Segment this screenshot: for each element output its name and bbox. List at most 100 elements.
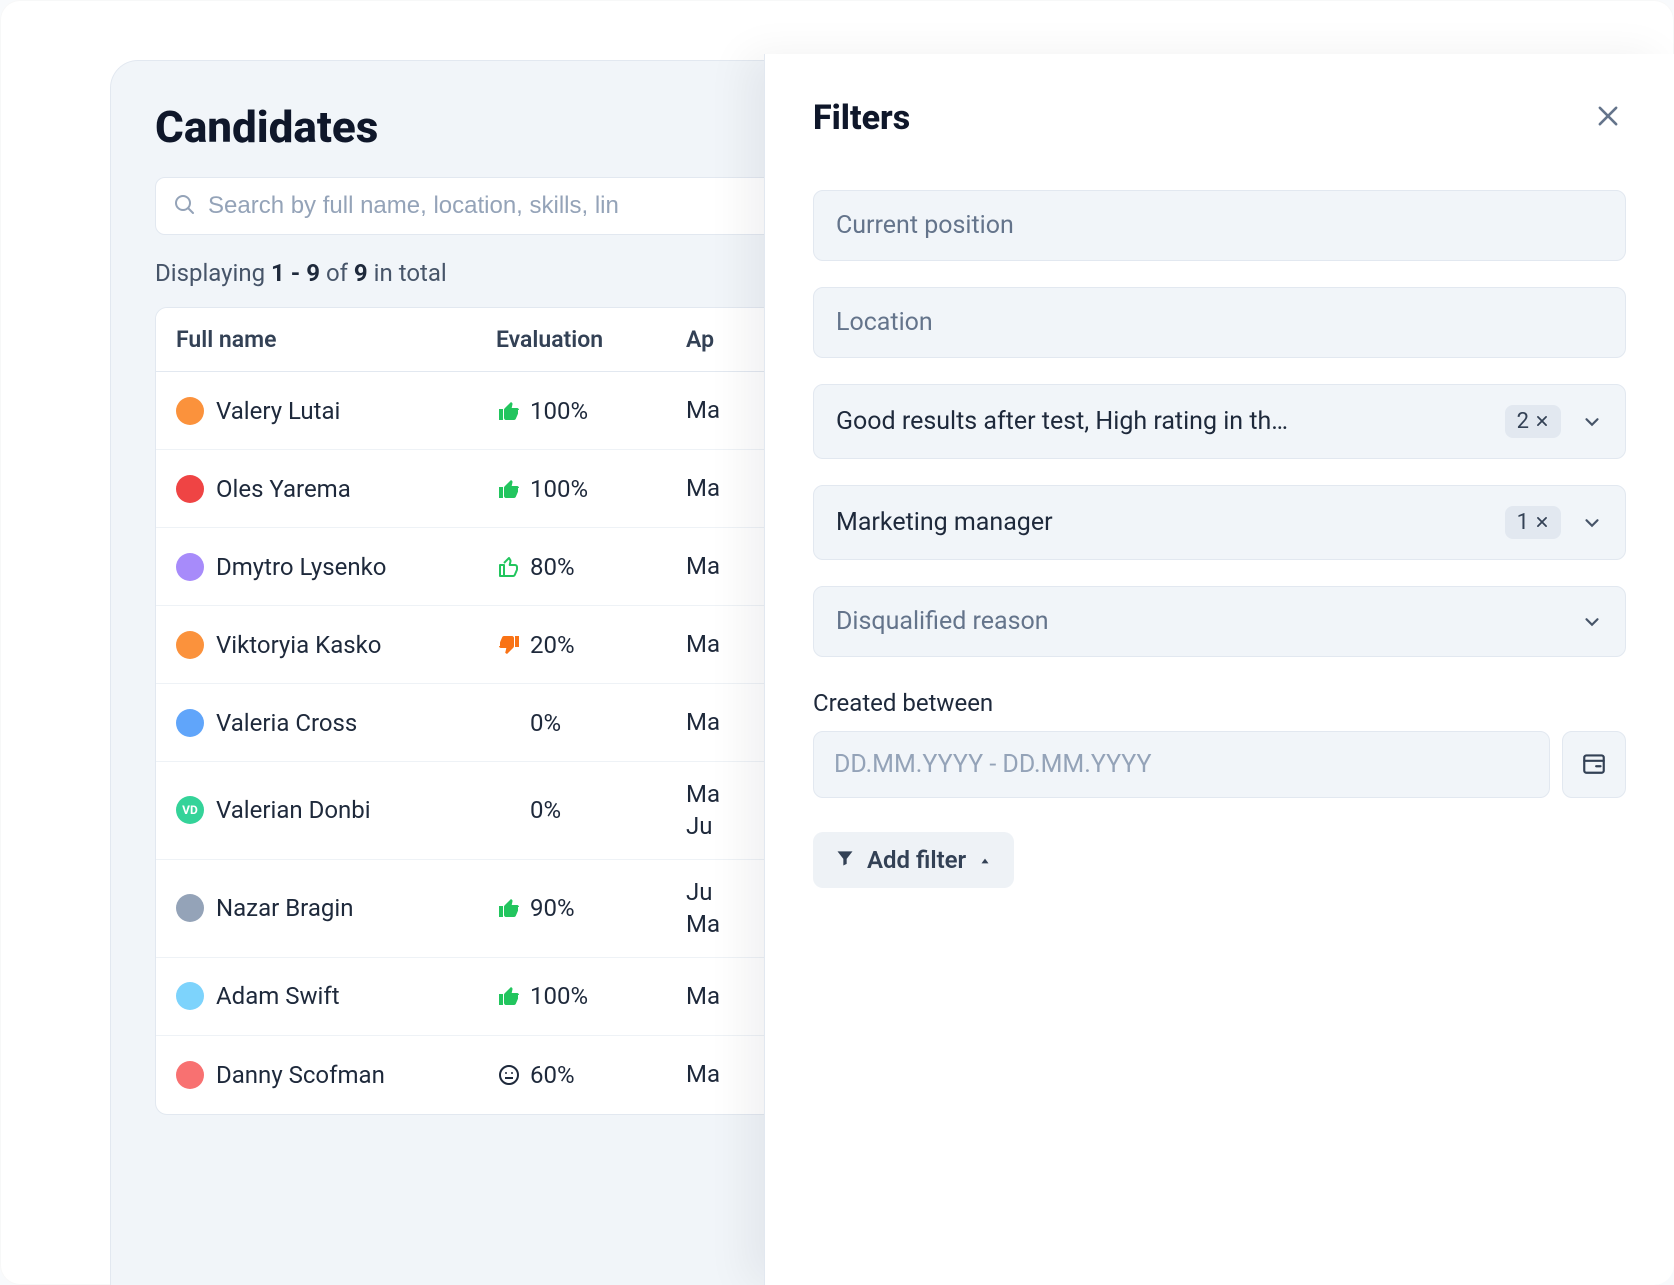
date-label: Created between: [813, 689, 1626, 717]
cell-name: Danny Scofman: [176, 1061, 496, 1089]
table-row[interactable]: Oles Yarema 100% Ma: [156, 450, 774, 528]
table-row[interactable]: Valery Lutai100%Ma: [156, 372, 774, 450]
filter-field[interactable]: Disqualified reason: [813, 586, 1626, 657]
date-row: DD.MM.YYYY - DD.MM.YYYY: [813, 731, 1626, 798]
ap-value: Ma: [686, 1058, 754, 1090]
filter-field[interactable]: Marketing manager1: [813, 485, 1626, 560]
cell-ap: Ma: [686, 706, 754, 738]
table-row[interactable]: Dmytro Lysenko 80% Ma: [156, 528, 774, 606]
table-row[interactable]: Adam Swift 100% Ma: [156, 958, 774, 1036]
cell-ap: Ma: [686, 472, 754, 504]
ap-value: Ju: [686, 876, 754, 908]
evaluation-value: 80%: [530, 553, 575, 581]
col-name[interactable]: Full name: [176, 326, 496, 353]
avatar: [176, 397, 204, 425]
filter-right: 2: [1505, 405, 1603, 438]
thumb-up-icon: [496, 476, 522, 502]
evaluation-value: 0%: [530, 709, 561, 737]
ap-value: Ma: [686, 908, 754, 940]
evaluation-value: 100%: [530, 475, 588, 503]
cell-evaluation: 60%: [496, 1061, 686, 1089]
search-input[interactable]: [208, 192, 758, 220]
ap-value: Ma: [686, 550, 754, 582]
table-row[interactable]: Danny Scofman 60% Ma: [156, 1036, 774, 1114]
cell-name: Dmytro Lysenko: [176, 553, 496, 581]
filter-right: [1581, 611, 1603, 633]
evaluation-value: 0%: [530, 796, 561, 824]
search-box[interactable]: [155, 177, 775, 235]
filter-label: Good results after test, High rating in …: [836, 407, 1489, 436]
filter-label: Location: [836, 308, 933, 337]
filter-count-badge[interactable]: 1: [1505, 506, 1561, 539]
cell-ap: Ma: [686, 980, 754, 1012]
avatar: [176, 982, 204, 1010]
filter-field[interactable]: Current position: [813, 190, 1626, 261]
caret-up-icon: [978, 846, 992, 874]
chevron-down-icon: [1581, 512, 1603, 534]
cell-name: Adam Swift: [176, 982, 496, 1010]
result-count-prefix: Displaying: [155, 259, 271, 287]
avatar: [176, 894, 204, 922]
evaluation-value: 90%: [530, 894, 575, 922]
cell-evaluation: 80%: [496, 553, 686, 581]
thumb-up-icon: [496, 398, 522, 424]
add-filter-label: Add filter: [867, 846, 966, 874]
table-row[interactable]: Viktoryia Kasko 20% Ma: [156, 606, 774, 684]
table-row[interactable]: Valeria Cross 0% Ma: [156, 684, 774, 762]
ap-value: Ma: [686, 628, 754, 660]
cell-evaluation: 0%: [496, 796, 686, 824]
ap-value: Ma: [686, 472, 754, 504]
candidate-name: Oles Yarema: [216, 475, 351, 503]
ap-value: Ju: [686, 810, 754, 842]
cell-name: Oles Yarema: [176, 475, 496, 503]
evaluation-value: 60%: [530, 1061, 575, 1089]
col-ap[interactable]: Ap: [686, 326, 754, 353]
cell-ap: Ma: [686, 628, 754, 660]
evaluation-value: 100%: [530, 982, 588, 1010]
avatar: VD: [176, 796, 204, 824]
avatar: [176, 709, 204, 737]
candidate-name: Nazar Bragin: [216, 894, 353, 922]
clear-icon: [1535, 409, 1549, 434]
filter-fields: Current position Location Good results aft…: [813, 190, 1626, 657]
ap-value: Ma: [686, 980, 754, 1012]
avatar: [176, 475, 204, 503]
filter-count-badge[interactable]: 2: [1505, 405, 1561, 438]
filter-field[interactable]: Good results after test, High rating in …: [813, 384, 1626, 459]
avatar: [176, 1061, 204, 1089]
calendar-icon: [1581, 750, 1607, 780]
close-button[interactable]: [1590, 100, 1626, 136]
table-row[interactable]: VDValerian Donbi0%MaJu: [156, 762, 774, 860]
candidate-name: Valerian Donbi: [216, 796, 371, 824]
filter-field[interactable]: Location: [813, 287, 1626, 358]
cell-name: Valeria Cross: [176, 709, 496, 737]
ap-value: Ma: [686, 394, 754, 426]
funnel-icon: [835, 846, 855, 874]
cell-ap: JuMa: [686, 876, 754, 941]
result-count-mid: of: [320, 259, 354, 287]
cell-evaluation: 100%: [496, 475, 686, 503]
add-filter-button[interactable]: Add filter: [813, 832, 1014, 888]
cell-ap: Ma: [686, 394, 754, 426]
table-body: Valery Lutai100%MaOles Yarema100%MaDmytr…: [156, 372, 774, 1114]
candidate-name: Viktoryia Kasko: [216, 631, 381, 659]
app-frame: Candidates Displaying 1 - 9 of 9 in tota…: [0, 0, 1674, 1285]
cell-name: Valery Lutai: [176, 397, 496, 425]
filter-label: Disqualified reason: [836, 607, 1049, 636]
chevron-down-icon: [1581, 411, 1603, 433]
cell-evaluation: 20%: [496, 631, 686, 659]
filters-title: Filters: [813, 98, 910, 138]
filter-count: 2: [1517, 409, 1529, 434]
calendar-button[interactable]: [1562, 731, 1626, 798]
chevron-down-icon: [1581, 611, 1603, 633]
table-row[interactable]: Nazar Bragin 90% JuMa: [156, 860, 774, 958]
result-count-total: 9: [354, 259, 368, 287]
date-range-input[interactable]: DD.MM.YYYY - DD.MM.YYYY: [813, 731, 1550, 798]
cell-evaluation: 100%: [496, 982, 686, 1010]
search-icon: [172, 192, 196, 220]
thumb-up-icon: [496, 983, 522, 1009]
cell-evaluation: 90%: [496, 894, 686, 922]
table-header: Full name Evaluation Ap: [156, 308, 774, 372]
col-evaluation[interactable]: Evaluation: [496, 326, 686, 353]
evaluation-value: 20%: [530, 631, 575, 659]
